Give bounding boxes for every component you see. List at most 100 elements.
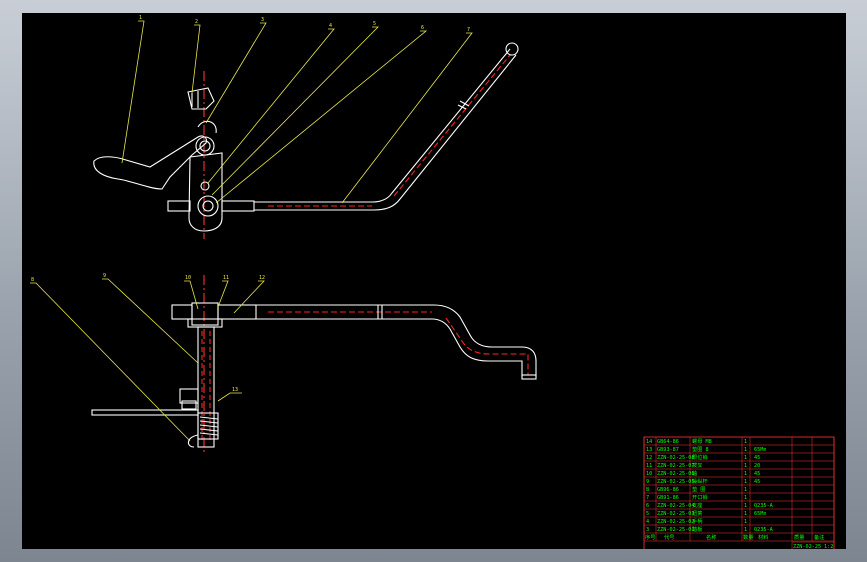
leader-line xyxy=(207,28,335,184)
balloon-label: 1 xyxy=(139,15,142,21)
drawing-canvas[interactable]: 1 2 3 4 5 6 7 8 9 10 11 12 13 14 GB64-86 螺母 M8 1 13 GB93-… xyxy=(22,13,846,549)
bom-header-no: 序号 xyxy=(645,533,655,541)
bom-cell-no: 11 xyxy=(646,463,652,469)
shaft-left xyxy=(167,200,191,212)
bom-cell-code: ZZN-02-25-01 xyxy=(657,527,694,533)
bom-cell-name: 拨叉 xyxy=(692,461,702,469)
bom-cell-qty: 1 xyxy=(744,487,747,493)
bom-cell-code: ZZN-02-25-04 xyxy=(657,503,694,509)
bom-cell-qty: 1 xyxy=(744,503,747,509)
bom-header-qty: 数量 xyxy=(743,533,753,541)
bom-cell-no: 8 xyxy=(646,487,649,493)
bom-cell-qty: 1 xyxy=(744,447,747,453)
leader-line xyxy=(205,22,267,124)
drawing-number: ZZN-02-25 xyxy=(793,544,821,549)
front-view xyxy=(91,275,537,455)
bom-cell-no: 6 xyxy=(646,503,649,509)
bom-cell-name: 扭簧 xyxy=(692,509,702,517)
rod-end-front xyxy=(521,374,537,380)
bom-cell-name: 轴 xyxy=(692,469,697,477)
balloon-label: 2 xyxy=(195,19,198,25)
bom-cell-name: 开口销 xyxy=(692,493,708,501)
bom-cell-qty: 1 xyxy=(744,479,747,485)
balloon-label: 8 xyxy=(31,277,34,283)
bom-cell-name: 螺母 M8 xyxy=(692,437,712,445)
bom-cell-no: 14 xyxy=(646,439,652,445)
leader-line xyxy=(102,278,199,364)
bom-cell-name: 限位销 xyxy=(692,453,708,461)
base-plate xyxy=(91,409,199,416)
bom-cell-material: 65Mn xyxy=(754,447,767,453)
leader-line xyxy=(121,20,145,164)
coil-spring xyxy=(199,416,219,436)
torsion-spring xyxy=(197,120,217,134)
bom-cell-name: 支座 xyxy=(692,501,702,509)
bom-cell-no: 13 xyxy=(646,447,652,453)
bom-cell-no: 4 xyxy=(646,519,649,525)
balloon-label: 11 xyxy=(223,275,229,281)
bom-cell-qty: 1 xyxy=(744,463,747,469)
bom-cell-name: 垫圈 8 xyxy=(692,445,709,453)
bom-header-mass: 质量 xyxy=(794,533,804,541)
bom-cell-code: ZZN-02-25-07 xyxy=(657,463,694,469)
bom-header-material: 材料 xyxy=(758,533,768,541)
bom-cell-material: 65Mn xyxy=(754,511,767,517)
bom-cell-material: Q235-A xyxy=(754,527,774,533)
bom-cell-code: GB93-87 xyxy=(657,447,679,453)
bom-cell-material: 20 xyxy=(754,463,760,469)
support-body xyxy=(188,152,223,232)
balloon-label: 3 xyxy=(261,17,264,23)
bom-cell-qty: 1 xyxy=(744,511,747,517)
bom-cell-code: ZZN-02-25-02 xyxy=(657,519,694,525)
leader-line xyxy=(233,280,265,314)
pivot-pin xyxy=(200,181,210,191)
bom-table: 14 GB64-86 螺母 M8 113 GB93-87 垫圈 8 1 65Mn12 ZZN-0… xyxy=(643,436,835,549)
bom-cell-name: 踏板 xyxy=(692,525,703,533)
balloon-label: 6 xyxy=(421,25,424,31)
bom-cell-qty: 1 xyxy=(744,471,747,477)
bom-header-code: 代号 xyxy=(664,533,674,541)
balloon-label: 12 xyxy=(259,275,265,281)
bom-cell-no: 9 xyxy=(646,479,649,485)
leader-line xyxy=(215,30,428,204)
bom-cell-qty: 1 xyxy=(744,527,747,533)
hub-block xyxy=(191,302,219,326)
bom-cell-no: 7 xyxy=(646,495,649,501)
leader-line xyxy=(217,280,229,308)
cad-window: 1 2 3 4 5 6 7 8 9 10 11 12 13 14 GB64-86 螺母 M8 1 13 GB93-… xyxy=(0,0,867,562)
leader-line xyxy=(341,32,473,204)
assembly-drawing: 12 34 56 789 10 11 1213 14 GB64-86 螺母 M8 113 GB93-… xyxy=(30,15,835,549)
leader-lines: 12 34 56 789 10 11 1213 xyxy=(30,15,473,442)
leader-line xyxy=(191,24,201,94)
leader-line xyxy=(211,26,379,196)
rod-end-top xyxy=(505,42,519,56)
bom-cell-code: ZZN-02-25-08 xyxy=(657,455,694,461)
bom-cell-no: 10 xyxy=(646,471,652,477)
bom-cell-material: 45 xyxy=(754,479,760,485)
bom-cell-qty: 1 xyxy=(744,455,747,461)
bom-header-note: 备注 xyxy=(814,533,824,541)
balloon-label: 5 xyxy=(373,21,376,27)
bom-cell-code: ZZN-02-25-03 xyxy=(657,511,694,517)
bom-cell-code: ZZN-02-25-05 xyxy=(657,479,694,485)
bom-cell-name: 垫 圈 xyxy=(692,485,706,493)
shaft-right xyxy=(221,200,255,212)
bom-cell-qty: 1 xyxy=(744,439,747,445)
leader-line xyxy=(30,282,191,442)
bom-cell-name: 手柄 xyxy=(692,517,702,525)
bom-cell-qty: 1 xyxy=(744,519,747,525)
bom-cell-code: GB64-86 xyxy=(657,439,679,445)
bom-cell-no: 3 xyxy=(646,527,649,533)
bom-cell-material: 45 xyxy=(754,471,760,477)
leader-line xyxy=(217,392,242,402)
pivot-lower xyxy=(197,195,219,217)
bom-cell-code: ZZN-02-25-06 xyxy=(657,471,694,477)
bom-cell-code: GB91-86 xyxy=(657,495,679,501)
bom-cell-no: 12 xyxy=(646,455,652,461)
balloon-label: 13 xyxy=(232,387,238,393)
balloon-label: 9 xyxy=(103,273,106,279)
bom-cell-material: 45 xyxy=(754,455,760,461)
balloon-label: 10 xyxy=(185,275,191,281)
drawing-scale: 1:2 xyxy=(824,544,833,549)
balloon-label: 7 xyxy=(467,27,470,33)
